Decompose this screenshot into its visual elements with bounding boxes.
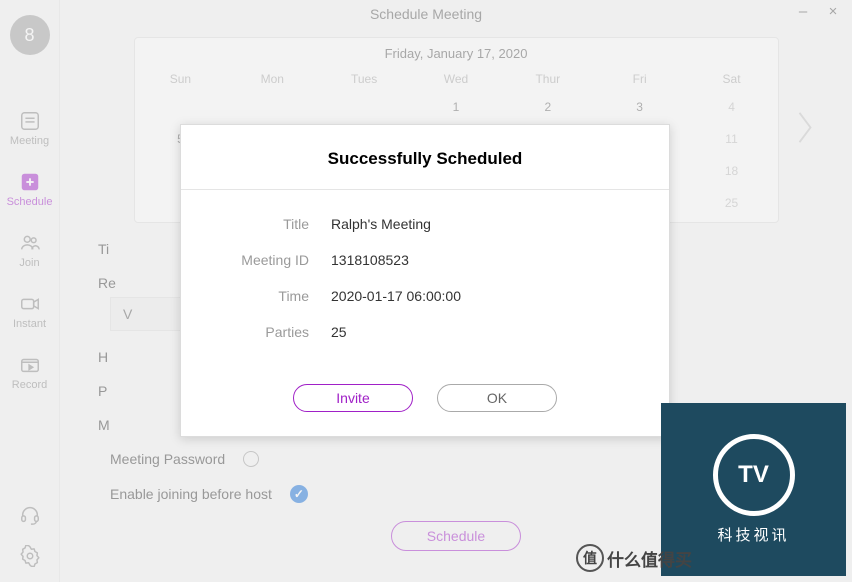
watermark-text: 科技视讯 [717,524,789,545]
watermark-circle: TV [713,434,795,516]
modal-row-parties: Parties 25 [211,324,639,340]
modal-title: Successfully Scheduled [181,125,669,190]
stamp: 值 什么值得买 [576,544,692,572]
modal-row-time: Time 2020-01-17 06:00:00 [211,288,639,304]
modal-row-meeting-id: Meeting ID 1318108523 [211,252,639,268]
success-modal: Successfully Scheduled Title Ralph's Mee… [180,124,670,437]
stamp-coin: 值 [576,544,604,572]
stamp-text: 什么值得买 [607,546,692,571]
modal-row-title: Title Ralph's Meeting [211,216,639,232]
invite-button[interactable]: Invite [293,384,413,412]
ok-button[interactable]: OK [437,384,557,412]
